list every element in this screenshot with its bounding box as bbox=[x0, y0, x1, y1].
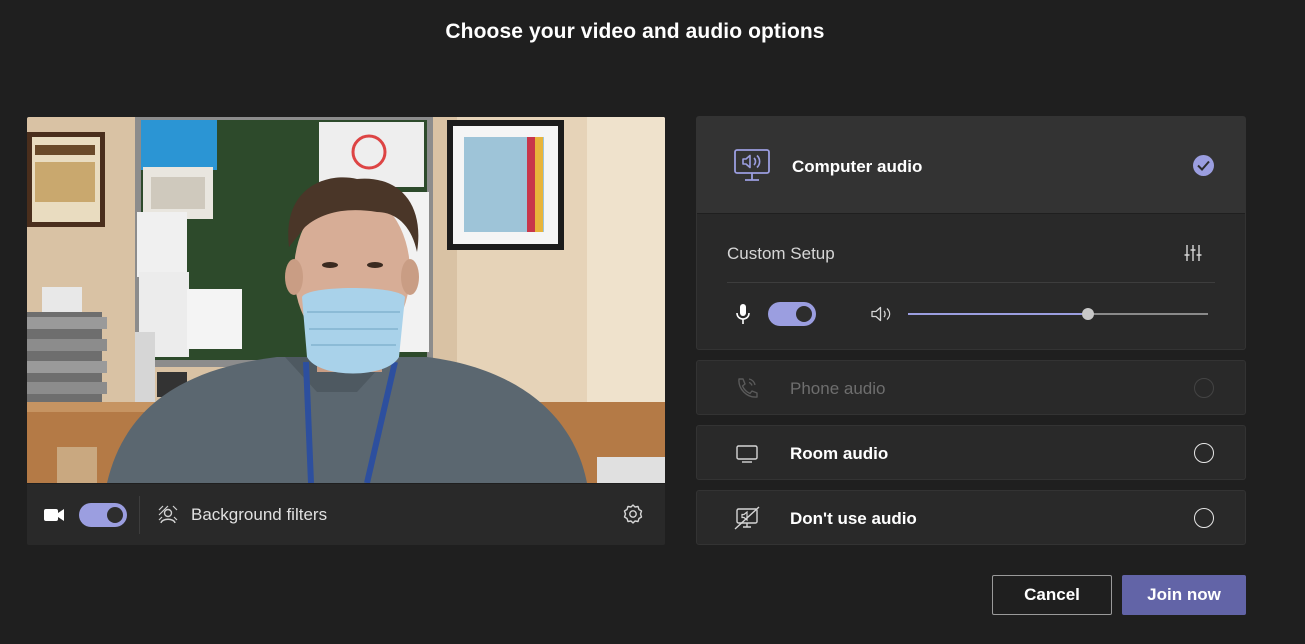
background-filters-label: Background filters bbox=[191, 505, 328, 524]
gear-icon[interactable] bbox=[621, 502, 645, 526]
camera-preview bbox=[27, 117, 665, 483]
selected-checkmark-icon bbox=[1193, 155, 1214, 176]
device-settings-icon[interactable] bbox=[1183, 243, 1203, 263]
speaker-icon bbox=[871, 306, 891, 322]
computer-speaker-icon bbox=[734, 149, 770, 181]
toggle-knob bbox=[107, 507, 123, 523]
custom-setup-divider bbox=[727, 282, 1215, 283]
background-filters-icon bbox=[158, 505, 178, 524]
background-filters-button[interactable]: Background filters bbox=[157, 500, 327, 530]
phone-audio-radio bbox=[1194, 378, 1214, 398]
cancel-button[interactable]: Cancel bbox=[992, 575, 1112, 615]
join-now-button[interactable]: Join now bbox=[1122, 575, 1246, 615]
phone-icon bbox=[738, 378, 758, 398]
camera-toggle[interactable] bbox=[79, 503, 127, 527]
camera-icon bbox=[44, 509, 64, 521]
toolbar-divider bbox=[139, 496, 140, 534]
phone-audio-label: Phone audio bbox=[790, 379, 886, 398]
room-device-icon bbox=[736, 445, 758, 463]
computer-audio-header[interactable]: Computer audio bbox=[697, 117, 1245, 214]
no-audio-label: Don't use audio bbox=[790, 509, 917, 528]
no-audio-option[interactable]: Don't use audio bbox=[696, 490, 1246, 545]
room-audio-option[interactable]: Room audio bbox=[696, 425, 1246, 480]
room-audio-radio[interactable] bbox=[1194, 443, 1214, 463]
volume-fill bbox=[908, 313, 1088, 315]
audio-off-icon bbox=[734, 506, 760, 530]
volume-thumb[interactable] bbox=[1082, 308, 1094, 320]
video-toolbar: Background filters bbox=[27, 483, 665, 545]
microphone-toggle[interactable] bbox=[768, 302, 816, 326]
page-title: Choose your video and audio options bbox=[445, 20, 825, 43]
speaker-volume-slider[interactable] bbox=[908, 308, 1208, 320]
room-audio-label: Room audio bbox=[790, 444, 889, 463]
computer-audio-option: Computer audio Custom Setup bbox=[696, 116, 1246, 350]
video-panel: Background filters bbox=[27, 117, 665, 545]
phone-audio-option: Phone audio bbox=[696, 360, 1246, 415]
no-audio-radio[interactable] bbox=[1194, 508, 1214, 528]
toggle-knob bbox=[796, 306, 812, 322]
microphone-icon bbox=[736, 304, 750, 324]
computer-audio-label: Computer audio bbox=[792, 157, 923, 176]
custom-setup-label: Custom Setup bbox=[727, 244, 835, 263]
